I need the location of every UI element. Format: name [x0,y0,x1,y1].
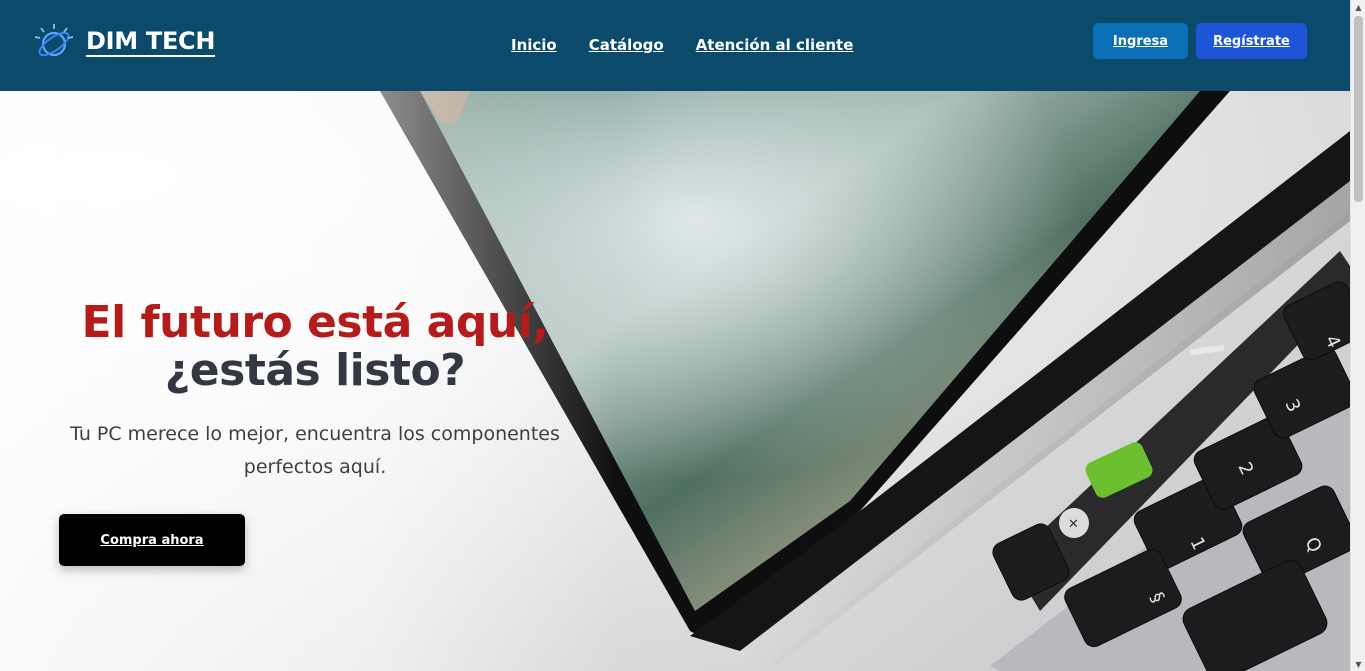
svg-text:✕: ✕ [1068,517,1079,532]
hero-title: El futuro está aquí, ¿estás listo? [70,299,560,395]
hero-section: ✕ 1 2 3 4 Q § El futuro está aquí, ¿está… [0,91,1350,671]
globe-sparkle-icon [34,24,74,57]
triangle-up-icon[interactable]: ▲ [1351,0,1365,14]
scrollbar-thumb[interactable] [1354,16,1363,202]
brand-name: DIM TECH [86,27,216,57]
hero-subtitle: Tu PC merece lo mejor, encuentra los com… [70,423,560,478]
nav-link-catalogo[interactable]: Catálogo [589,36,664,54]
nav-link-inicio[interactable]: Inicio [511,36,557,54]
main-nav: Inicio Catálogo Atención al cliente [511,36,853,54]
hero-title-line1: El futuro está aquí, [81,297,549,348]
nav-link-atencion-cliente[interactable]: Atención al cliente [696,36,854,54]
register-button[interactable]: Regístrate [1196,23,1307,59]
buy-now-button[interactable]: Compra ahora [59,514,245,566]
hero-title-line2: ¿estás listo? [164,345,466,396]
vertical-scrollbar[interactable]: ▲ ▼ [1350,0,1365,671]
login-button[interactable]: Ingresa [1093,23,1188,59]
site-header: DIM TECH Inicio Catálogo Atención al cli… [0,0,1350,91]
triangle-down-icon[interactable]: ▼ [1351,657,1365,671]
brand-link[interactable]: DIM TECH [32,22,215,62]
